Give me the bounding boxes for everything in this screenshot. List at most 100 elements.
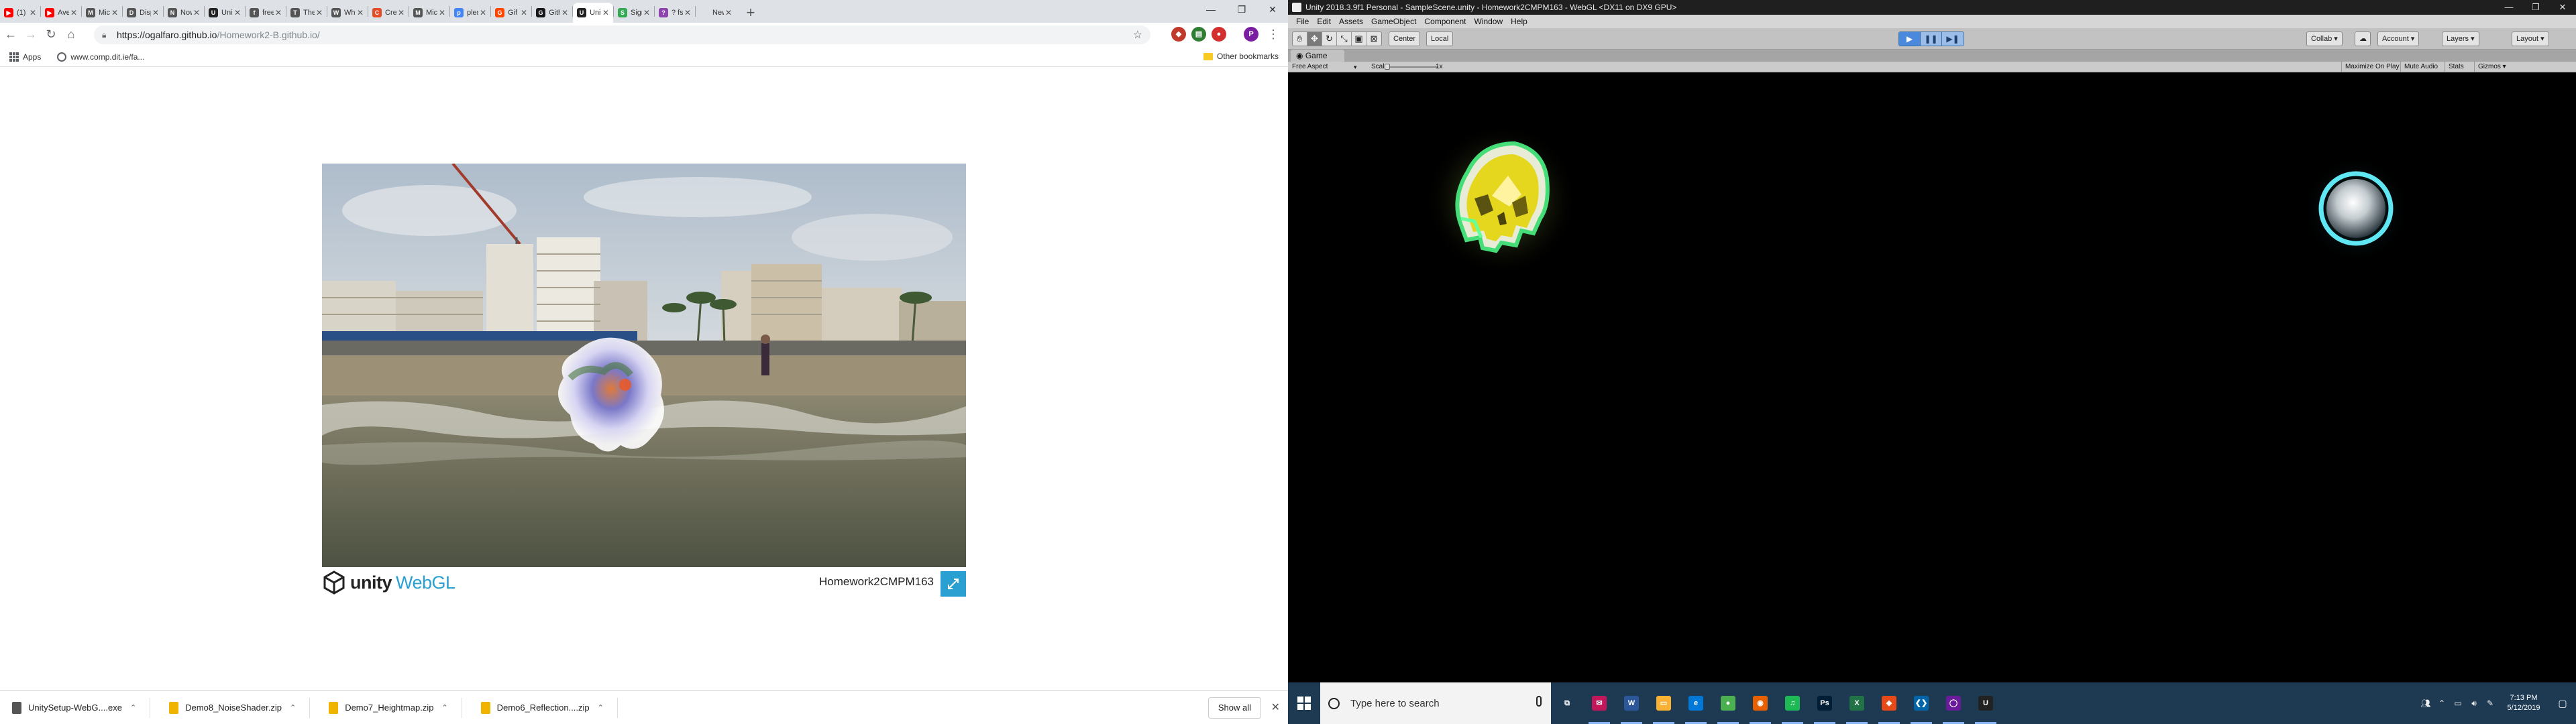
show-all-downloads-button[interactable]: Show all bbox=[1208, 697, 1261, 719]
file-explorer-button[interactable]: ▭ bbox=[1648, 682, 1680, 724]
new-tab-button[interactable]: + bbox=[741, 4, 760, 23]
tab-close-icon[interactable]: ✕ bbox=[602, 8, 609, 17]
tab-game[interactable]: ◉ Game bbox=[1291, 50, 1344, 62]
rect-tool-icon[interactable]: ▣ bbox=[1352, 32, 1366, 46]
tab-close-icon[interactable]: ✕ bbox=[480, 8, 486, 17]
download-menu-chevron-icon[interactable]: ⌃ bbox=[598, 703, 604, 712]
mail-app-button[interactable]: ✉ bbox=[1583, 682, 1615, 724]
tab-close-icon[interactable]: ✕ bbox=[398, 8, 405, 17]
bookmark-site[interactable]: www.comp.dit.ie/fa... bbox=[57, 52, 144, 62]
unity-app-button[interactable]: U bbox=[1970, 682, 2002, 724]
tab-close-icon[interactable]: ✕ bbox=[561, 8, 568, 17]
taskbar-search[interactable]: Type here to search bbox=[1320, 682, 1551, 724]
tab-close-icon[interactable]: ✕ bbox=[275, 8, 282, 17]
tab-2[interactable]: M Micro✕ bbox=[82, 3, 122, 23]
menu-window[interactable]: Window bbox=[1474, 17, 1503, 26]
red-ext-icon[interactable]: ● bbox=[1212, 27, 1226, 42]
people-icon[interactable]: 👥︎ bbox=[2418, 699, 2434, 708]
menu-component[interactable]: Component bbox=[1424, 17, 1466, 26]
pen-icon[interactable]: ✎ bbox=[2482, 699, 2498, 708]
address-bar[interactable]: 🔒︎ https://ogalfaro.github.io/Homework2-… bbox=[94, 25, 1150, 44]
microphone-icon[interactable] bbox=[1536, 696, 1542, 707]
aspect-dropdown[interactable]: Free Aspect bbox=[1292, 62, 1328, 72]
excel-app-button[interactable]: X bbox=[1841, 682, 1873, 724]
tab-close-icon[interactable]: ✕ bbox=[684, 8, 691, 17]
tab-close-icon[interactable]: ✕ bbox=[152, 8, 159, 17]
tab-close-icon[interactable]: ✕ bbox=[725, 8, 732, 17]
layers-dropdown[interactable]: Layers ▾ bbox=[2442, 32, 2479, 46]
other-bookmarks[interactable]: Other bookmarks bbox=[1203, 52, 1279, 61]
notifications-icon[interactable]: ▢ bbox=[2549, 698, 2576, 709]
tab-12[interactable]: G Gif R✕ bbox=[491, 3, 531, 23]
chrome-app-button[interactable]: ● bbox=[1712, 682, 1744, 724]
rotate-tool-icon[interactable]: ↻ bbox=[1322, 32, 1337, 46]
shield-ext-icon[interactable]: ◆ bbox=[1171, 27, 1186, 42]
task-view-button[interactable]: ⧉ bbox=[1551, 682, 1583, 724]
back-button[interactable]: ← bbox=[1, 25, 20, 44]
tab-close-icon[interactable]: ✕ bbox=[193, 8, 200, 17]
tab-16[interactable]: ? ? fso✕ bbox=[655, 3, 695, 23]
app-purple-button[interactable]: ◯ bbox=[1937, 682, 1970, 724]
hand-tool-icon[interactable]: ✋︎ bbox=[1293, 32, 1307, 46]
download-menu-chevron-icon[interactable]: ⌃ bbox=[130, 703, 136, 712]
tab-1[interactable]: ▶ Aveng✕ bbox=[41, 3, 81, 23]
tab-close-icon[interactable]: ✕ bbox=[316, 8, 323, 17]
mute-audio-toggle[interactable]: Mute Audio bbox=[2400, 62, 2441, 72]
chrome-menu-icon[interactable]: ⋮ bbox=[1264, 25, 1283, 44]
collab-dropdown[interactable]: Collab ▾ bbox=[2306, 32, 2343, 46]
download-menu-chevron-icon[interactable]: ⌃ bbox=[290, 703, 296, 712]
tab-17[interactable]: New Tab✕ bbox=[696, 3, 736, 23]
app-orange-button[interactable]: ◆ bbox=[1873, 682, 1905, 724]
tab-3[interactable]: D Displ✕ bbox=[123, 3, 163, 23]
profile-ext-icon[interactable]: P bbox=[1244, 27, 1258, 42]
download-item[interactable]: Demo7_Heightmap.zip ⌃ bbox=[317, 696, 468, 720]
game-view[interactable] bbox=[1288, 72, 2576, 682]
forward-button[interactable]: → bbox=[21, 25, 40, 44]
bookmark-apps[interactable]: Apps bbox=[9, 52, 41, 62]
tab-4[interactable]: NNow✕ bbox=[164, 3, 204, 23]
unity-close-button[interactable]: ✕ bbox=[2549, 0, 2576, 15]
tab-close-icon[interactable]: ✕ bbox=[643, 8, 650, 17]
tab-close-icon[interactable]: ✕ bbox=[111, 8, 118, 17]
vscode-app-button[interactable]: ❮❯ bbox=[1905, 682, 1937, 724]
menu-help[interactable]: Help bbox=[1511, 17, 1527, 26]
gizmos-dropdown[interactable]: Gizmos ▾ bbox=[2474, 62, 2510, 72]
minimize-button[interactable]: — bbox=[1195, 0, 1226, 20]
home-button[interactable]: ⌂ bbox=[62, 25, 80, 44]
scale-slider[interactable] bbox=[1385, 66, 1438, 68]
download-item[interactable]: Demo8_NoiseShader.zip ⌃ bbox=[157, 696, 317, 720]
tab-14[interactable]: U Unity✕ bbox=[573, 3, 613, 23]
transform-tool-icon[interactable]: ⊠ bbox=[1366, 32, 1381, 46]
volume-icon[interactable]: 🔊︎ bbox=[2466, 699, 2482, 709]
tab-13[interactable]: G Githu✕ bbox=[532, 3, 572, 23]
tab-8[interactable]: WWhy✕ bbox=[327, 3, 368, 23]
menu-gameobject[interactable]: GameObject bbox=[1371, 17, 1416, 26]
download-menu-chevron-icon[interactable]: ⌃ bbox=[441, 703, 447, 712]
tab-close-icon[interactable]: ✕ bbox=[30, 8, 36, 17]
pivot-center-toggle[interactable]: Center bbox=[1389, 32, 1421, 46]
account-dropdown[interactable]: Account ▾ bbox=[2377, 32, 2420, 46]
green-ext-icon[interactable]: ▤ bbox=[1191, 27, 1206, 42]
webgl-canvas[interactable] bbox=[322, 164, 966, 567]
unity-minimize-button[interactable]: — bbox=[2496, 0, 2522, 15]
pivot-local-toggle[interactable]: Local bbox=[1426, 32, 1454, 46]
tab-15[interactable]: S Signe✕ bbox=[614, 3, 654, 23]
tray-chevron-icon[interactable]: ⌃ bbox=[2434, 699, 2450, 708]
close-downloads-icon[interactable]: ✕ bbox=[1271, 701, 1280, 714]
maximize-button[interactable]: ❐ bbox=[1226, 0, 1257, 20]
step-button-icon[interactable]: ▶❚ bbox=[1942, 32, 1964, 46]
tab-7[interactable]: TThe F✕ bbox=[286, 3, 327, 23]
photoshop-app-button[interactable]: Ps bbox=[1809, 682, 1841, 724]
tab-9[interactable]: CCreat✕ bbox=[368, 3, 409, 23]
menu-file[interactable]: File bbox=[1296, 17, 1309, 26]
firefox-app-button[interactable]: ◉ bbox=[1744, 682, 1776, 724]
tab-close-icon[interactable]: ✕ bbox=[357, 8, 364, 17]
scale-slider-handle[interactable] bbox=[1385, 64, 1390, 70]
tab-close-icon[interactable]: ✕ bbox=[234, 8, 241, 17]
tab-6[interactable]: ffreero✕ bbox=[246, 3, 286, 23]
close-window-button[interactable]: ✕ bbox=[1257, 0, 1288, 20]
move-tool-icon[interactable]: ✥ bbox=[1307, 32, 1322, 46]
spotify-app-button[interactable]: ♫ bbox=[1776, 682, 1809, 724]
reload-button[interactable]: ↻ bbox=[42, 25, 60, 44]
clock[interactable]: 7:13 PM 5/12/2019 bbox=[2498, 693, 2549, 713]
